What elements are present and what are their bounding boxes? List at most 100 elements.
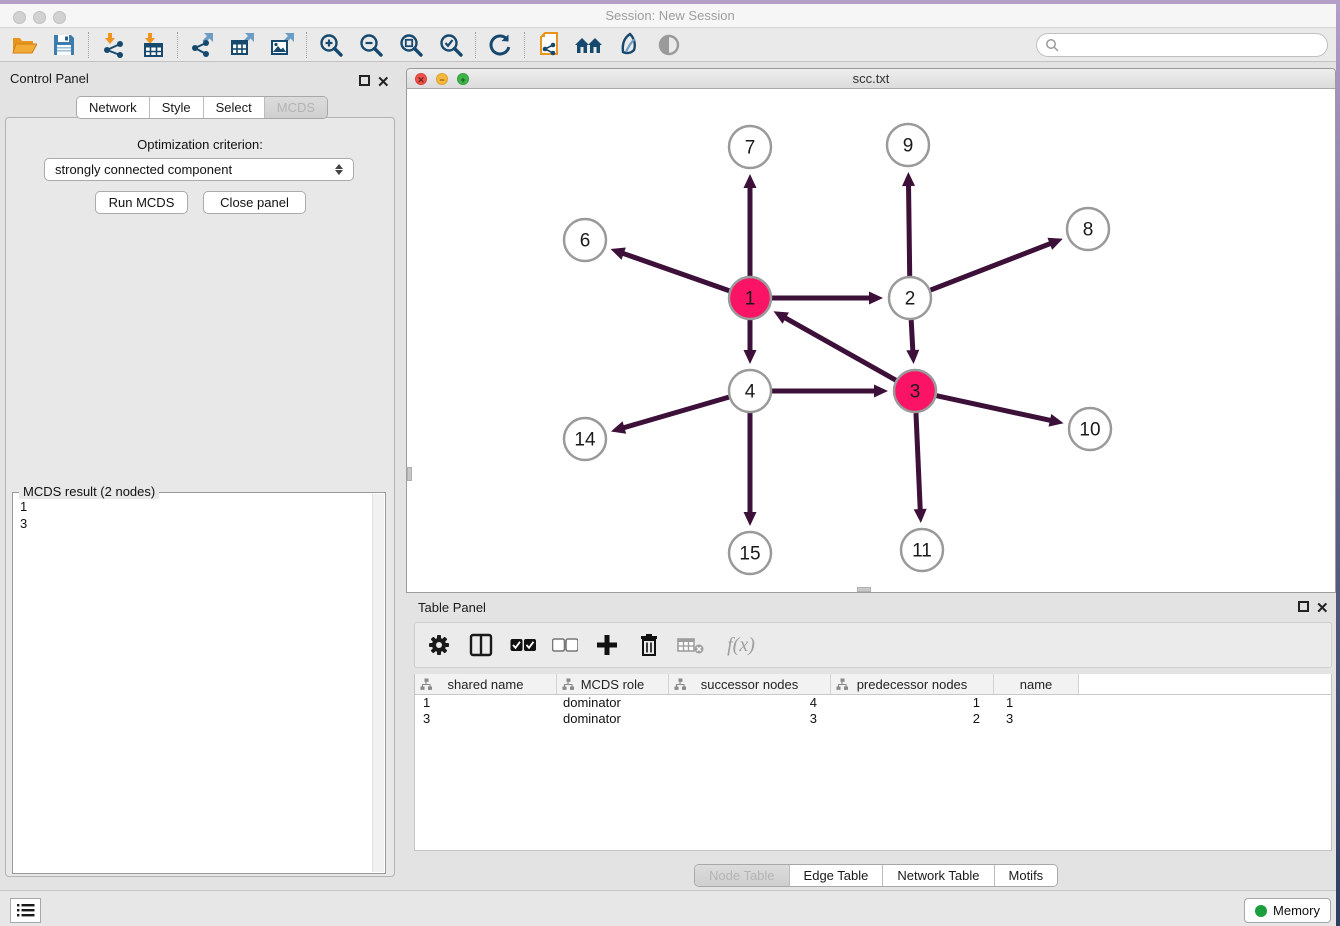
titlebar: Session: New Session: [0, 4, 1340, 28]
close-window-button[interactable]: [13, 11, 26, 24]
cell-name: 1: [994, 695, 1079, 711]
search-input[interactable]: [1059, 35, 1327, 55]
function-fx-icon[interactable]: f(x): [719, 630, 763, 660]
import-network-icon[interactable]: [93, 30, 133, 60]
toolbar-separator: [177, 32, 178, 58]
zoom-selected-icon[interactable]: [431, 30, 471, 60]
maximize-window-button[interactable]: [53, 11, 66, 24]
search-field[interactable]: [1036, 33, 1328, 57]
edge-arrowhead: [914, 509, 927, 523]
hide-eye-icon[interactable]: [649, 30, 689, 60]
run-mcds-button[interactable]: Run MCDS: [95, 191, 188, 214]
table-row[interactable]: 3 dominator 3 2 3: [415, 711, 1331, 727]
network-close-button[interactable]: ✕: [415, 73, 427, 85]
edge-arrowhead: [902, 172, 915, 186]
network-canvas[interactable]: 7968124314101511: [407, 89, 1335, 592]
mcds-result-line: 3: [20, 515, 365, 532]
edge-4-14[interactable]: [622, 397, 728, 428]
import-table-icon[interactable]: [133, 30, 173, 60]
style-brush-icon[interactable]: [609, 30, 649, 60]
edge-2-8[interactable]: [931, 243, 1052, 290]
optimization-criterion-select[interactable]: strongly connected component: [44, 158, 354, 181]
column-header-predecessor-nodes[interactable]: predecessor nodes: [831, 674, 994, 694]
zoom-in-icon[interactable]: [311, 30, 351, 60]
close-panel-button[interactable]: Close panel: [203, 191, 306, 214]
delete-column-icon[interactable]: [635, 630, 663, 660]
list-icon: [17, 903, 35, 918]
tab-mcds[interactable]: MCDS: [265, 97, 327, 118]
mcds-result-text[interactable]: 1 3: [14, 496, 371, 872]
edge-1-6[interactable]: [622, 253, 729, 291]
select-stepper-icon: [335, 164, 343, 175]
cell-shared-name: 3: [415, 711, 557, 727]
tree-icon: [674, 678, 687, 691]
delete-table-icon[interactable]: [677, 630, 705, 660]
memory-label: Memory: [1273, 903, 1320, 918]
mcds-result-scrollbar[interactable]: [372, 494, 384, 872]
edge-arrowhead: [610, 247, 625, 259]
window-title: Session: New Session: [0, 4, 1340, 28]
edge-2-3[interactable]: [911, 320, 913, 352]
export-network-icon[interactable]: [182, 30, 222, 60]
tab-select[interactable]: Select: [204, 97, 265, 118]
tab-motifs[interactable]: Motifs: [995, 865, 1058, 886]
canvas-bottom-grip[interactable]: [857, 587, 871, 592]
network-maximize-button[interactable]: +: [457, 73, 469, 85]
toolbar-separator: [475, 32, 476, 58]
save-session-icon[interactable]: [44, 30, 84, 60]
column-header-shared-name[interactable]: shared name: [415, 674, 557, 694]
export-table-icon[interactable]: [222, 30, 262, 60]
network-minimize-button[interactable]: −: [436, 73, 448, 85]
graph-node-label: 14: [574, 430, 596, 451]
memory-button[interactable]: Memory: [1244, 898, 1331, 923]
cell-predecessor-nodes: 1: [831, 695, 994, 711]
graph-node-label: 11: [912, 541, 932, 562]
table-row[interactable]: 1 dominator 4 1 1: [415, 695, 1331, 711]
gear-icon[interactable]: [425, 630, 453, 660]
open-folder-icon[interactable]: [4, 30, 44, 60]
add-column-icon[interactable]: [593, 630, 621, 660]
tab-network[interactable]: Network: [77, 97, 150, 118]
edge-arrowhead: [744, 350, 757, 364]
zoom-fit-icon[interactable]: [391, 30, 431, 60]
tab-style[interactable]: Style: [150, 97, 204, 118]
edge-arrowhead: [906, 350, 919, 364]
table-panel-float-button[interactable]: [1298, 601, 1309, 612]
cell-successor-nodes: 3: [669, 711, 831, 727]
network-window-titlebar[interactable]: ✕ − + scc.txt: [407, 69, 1335, 89]
table-panel-title: Table Panel: [418, 600, 486, 615]
edge-3-10[interactable]: [936, 396, 1051, 421]
table-panel-close-button[interactable]: ✕: [1316, 600, 1329, 618]
edge-2-9[interactable]: [909, 184, 910, 276]
tree-icon: [420, 678, 433, 691]
control-panel-close-button[interactable]: ✕: [377, 74, 390, 92]
column-header-successor-nodes[interactable]: successor nodes: [669, 674, 831, 694]
graph-node-label: 2: [905, 289, 916, 310]
toolbar-separator: [306, 32, 307, 58]
graph-node-label: 3: [910, 382, 921, 403]
refresh-icon[interactable]: [480, 30, 520, 60]
export-image-icon[interactable]: [262, 30, 302, 60]
zoom-out-icon[interactable]: [351, 30, 391, 60]
tab-network-table[interactable]: Network Table: [883, 865, 994, 886]
optimization-criterion-label: Optimization criterion:: [0, 137, 400, 152]
clone-network-icon[interactable]: [529, 30, 569, 60]
task-list-button[interactable]: [10, 898, 41, 923]
edge-3-11[interactable]: [916, 413, 920, 511]
control-panel-tabs: Network Style Select MCDS: [76, 96, 328, 119]
network-graph[interactable]: 7968124314101511: [407, 89, 1335, 592]
select-all-checkboxes-icon[interactable]: [509, 630, 537, 660]
home-layout-icon[interactable]: [569, 30, 609, 60]
column-header-mcds-role[interactable]: MCDS role: [557, 674, 669, 694]
column-header-name[interactable]: name: [994, 674, 1079, 694]
edge-3-1[interactable]: [784, 317, 896, 380]
graph-node-label: 6: [580, 231, 591, 252]
tab-edge-table[interactable]: Edge Table: [790, 865, 884, 886]
deselect-all-checkboxes-icon[interactable]: [551, 630, 579, 660]
canvas-left-grip[interactable]: [407, 467, 412, 481]
minimize-window-button[interactable]: [33, 11, 46, 24]
control-panel-float-button[interactable]: [359, 75, 370, 86]
tab-node-table[interactable]: Node Table: [695, 865, 790, 886]
column-split-icon[interactable]: [467, 630, 495, 660]
network-view-window: ✕ − + scc.txt 7968124314101511: [406, 68, 1336, 593]
